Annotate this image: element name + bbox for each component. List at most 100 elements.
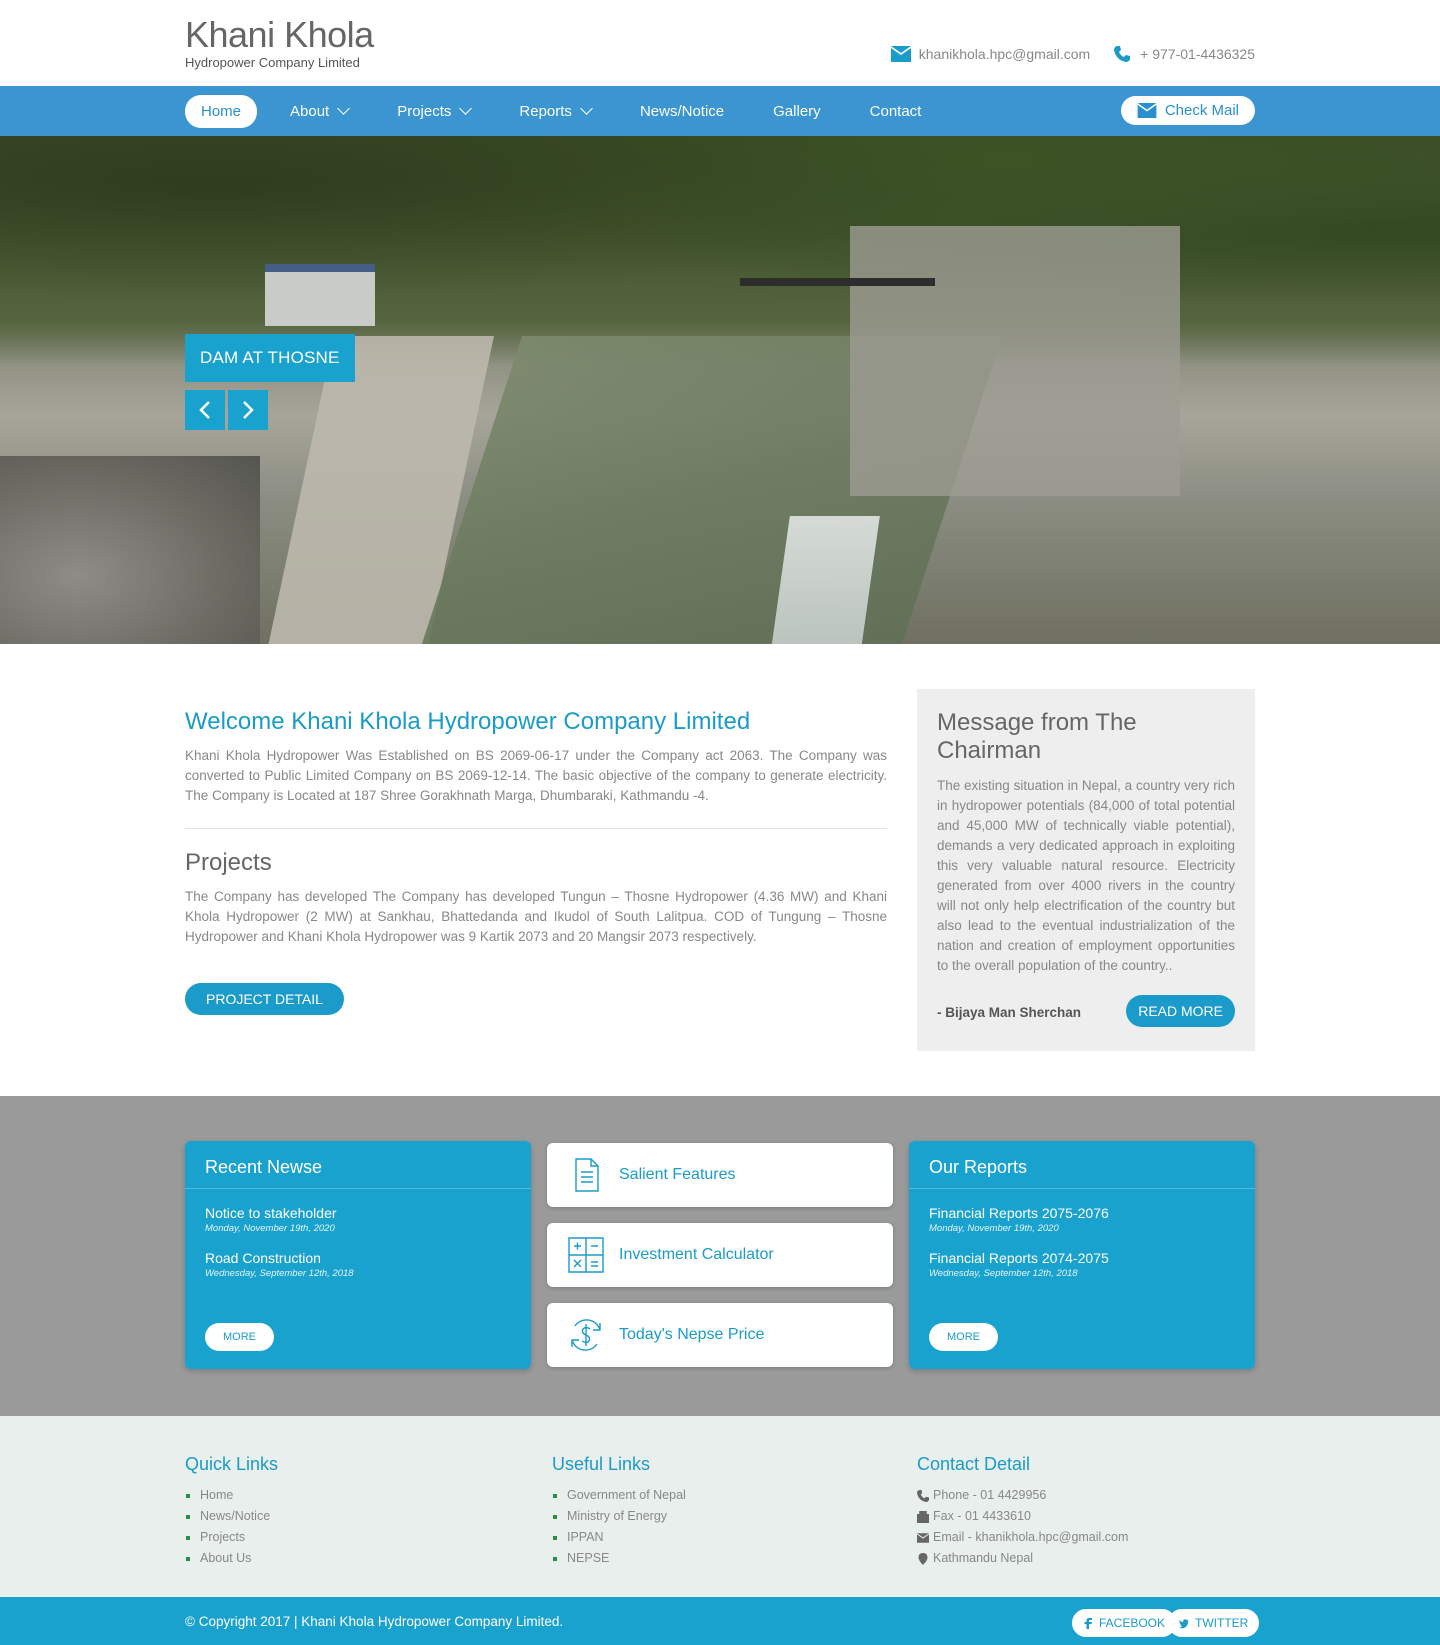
about-left: Welcome Khani Khola Hydropower Company L… (185, 708, 887, 1015)
quick-link-about-us[interactable]: About Us (185, 1548, 278, 1569)
document-icon (575, 1158, 599, 1192)
news-item-title: Road Construction (205, 1250, 321, 1266)
report-item[interactable]: Financial Reports 2075-2076 Monday, Nove… (909, 1205, 1255, 1234)
contact-detail-title: Contact Detail (917, 1454, 1031, 1474)
useful-link-ippan[interactable]: IPPAN (552, 1527, 686, 1548)
quick-link-projects[interactable]: Projects (185, 1527, 278, 1548)
investment-calculator-tile[interactable]: Investment Calculator (547, 1223, 893, 1287)
header-contacts: khanikhola.hpc@gmail.com + 977-01-443632… (890, 46, 1255, 62)
reports-more-button[interactable]: MORE (929, 1323, 998, 1351)
projects-text: The Company has developed The Company ha… (185, 889, 887, 944)
chevron-left-icon (199, 401, 210, 419)
news-more-button[interactable]: MORE (205, 1323, 274, 1351)
site-logo-title[interactable]: Khani Khola (185, 14, 374, 56)
hero-hut (265, 264, 375, 326)
hero-bridge (740, 278, 935, 286)
slider-prev-button[interactable] (185, 390, 225, 430)
our-reports-title: Our Reports (909, 1141, 1255, 1189)
chevron-down-icon (459, 102, 473, 115)
widgets-band: Recent Newse Notice to stakeholder Monda… (0, 1096, 1440, 1416)
twitter-label: TWITTER (1195, 1616, 1249, 1630)
contact-detail: Contact Detail Phone - 01 4429956 Fax - … (917, 1454, 1128, 1569)
chairman-message: Message from The Chairman The existing s… (917, 689, 1255, 1051)
useful-link-government[interactable]: Government of Nepal (552, 1485, 686, 1506)
project-detail-button[interactable]: PROJECT DETAIL (185, 983, 344, 1015)
nav-news-notice-label: News/Notice (639, 102, 725, 120)
news-item[interactable]: Notice to stakeholder Monday, November 1… (185, 1205, 531, 1234)
contact-email-text: Email - khanikhola.hpc@gmail.com (933, 1530, 1129, 1544)
chevron-down-icon (337, 102, 351, 115)
facebook-label: FACEBOOK (1099, 1616, 1166, 1630)
chevron-right-icon (243, 401, 254, 419)
site-logo-subtitle: Hydropower Company Limited (185, 55, 360, 70)
slide-caption: DAM AT THOSNE (185, 334, 355, 382)
salient-features-tile[interactable]: Salient Features (547, 1143, 893, 1207)
salient-features-label: Salient Features (619, 1166, 736, 1183)
nav-projects[interactable]: Projects (381, 95, 486, 128)
useful-link-ministry[interactable]: Ministry of Energy (552, 1506, 686, 1527)
read-more-button[interactable]: READ MORE (1126, 995, 1235, 1027)
calculator-icon (568, 1237, 604, 1273)
useful-links: Useful Links Government of Nepal Ministr… (552, 1454, 686, 1569)
projects-title: Projects (185, 849, 272, 876)
news-item[interactable]: Road Construction Wednesday, September 1… (185, 1250, 531, 1279)
contact-email[interactable]: Email - khanikhola.hpc@gmail.com (917, 1527, 1128, 1548)
envelope-icon (1137, 103, 1157, 118)
chevron-down-icon (580, 102, 593, 115)
chairman-title: Message from The Chairman (937, 709, 1137, 764)
slider-next-button[interactable] (228, 390, 268, 430)
useful-link-nepse[interactable]: NEPSE (552, 1548, 686, 1569)
nav-contact[interactable]: Contact (854, 95, 938, 128)
about-section: Welcome Khani Khola Hydropower Company L… (0, 644, 1440, 1096)
facebook-button[interactable]: FACEBOOK (1072, 1609, 1177, 1637)
header-phone[interactable]: + 977-01-4436325 (1112, 46, 1255, 62)
nav-gallery-label: Gallery (773, 102, 821, 120)
nav-reports[interactable]: Reports (503, 95, 607, 128)
contact-phone: Phone - 01 4429956 (917, 1485, 1128, 1506)
report-item[interactable]: Financial Reports 2074-2075 Wednesday, S… (909, 1250, 1255, 1279)
nav-home[interactable]: Home (185, 94, 258, 128)
copyright: © Copyright 2017 | Khani Khola Hydropowe… (185, 1614, 564, 1629)
hero-waterfall (770, 516, 880, 644)
recent-news-card: Recent Newse Notice to stakeholder Monda… (185, 1141, 531, 1369)
check-mail-button[interactable]: Check Mail (1120, 96, 1255, 125)
chairman-text: The existing situation in Nepal, a count… (937, 778, 1235, 973)
report-item-date: Monday, November 19th, 2020 (929, 1223, 1059, 1234)
nav-gallery[interactable]: Gallery (757, 95, 837, 128)
phone-icon (917, 1489, 929, 1502)
hero-slider: DAM AT THOSNE (0, 136, 1440, 644)
news-item-date: Wednesday, September 12th, 2018 (205, 1268, 354, 1279)
report-item-date: Wednesday, September 12th, 2018 (929, 1268, 1078, 1279)
check-mail-label: Check Mail (1164, 102, 1239, 119)
header-phone-text: + 977-01-4436325 (1140, 46, 1255, 62)
news-item-date: Monday, November 19th, 2020 (205, 1223, 335, 1234)
nepse-price-tile[interactable]: Today's Nepse Price (547, 1303, 893, 1367)
nepse-price-label: Today's Nepse Price (619, 1326, 765, 1343)
nav-contact-label: Contact (869, 102, 922, 120)
nav-projects-label: Projects (397, 102, 452, 120)
envelope-icon (890, 46, 911, 62)
quick-link-home[interactable]: Home (185, 1485, 278, 1506)
our-reports-card: Our Reports Financial Reports 2075-2076 … (909, 1141, 1255, 1369)
nav-news-notice[interactable]: News/Notice (624, 95, 740, 128)
facebook-icon (1084, 1617, 1092, 1629)
header-email[interactable]: khanikhola.hpc@gmail.com (890, 46, 1091, 62)
contact-fax: Fax - 01 4433610 (917, 1506, 1128, 1527)
main-nav: Home About Projects Reports News/Notice … (0, 86, 1440, 136)
nav-about[interactable]: About (274, 95, 364, 128)
investment-calculator-label: Investment Calculator (619, 1246, 774, 1263)
twitter-button[interactable]: TWITTER (1168, 1609, 1260, 1637)
divider (185, 828, 887, 829)
hero-rocks (0, 456, 260, 644)
report-item-title: Financial Reports 2075-2076 (929, 1205, 1109, 1221)
recent-news-title: Recent Newse (185, 1141, 531, 1189)
hero-image (0, 136, 1440, 366)
nav-about-label: About (290, 102, 330, 120)
nav-home-label: Home (201, 102, 242, 120)
quick-link-news-notice[interactable]: News/Notice (185, 1506, 278, 1527)
welcome-title: Welcome Khani Khola Hydropower Company L… (185, 708, 751, 735)
contact-address-text: Kathmandu Nepal (933, 1551, 1034, 1565)
useful-links-title: Useful Links (552, 1454, 651, 1474)
header-email-text: khanikhola.hpc@gmail.com (918, 46, 1091, 62)
contact-phone-text: Phone - 01 4429956 (933, 1488, 1047, 1502)
